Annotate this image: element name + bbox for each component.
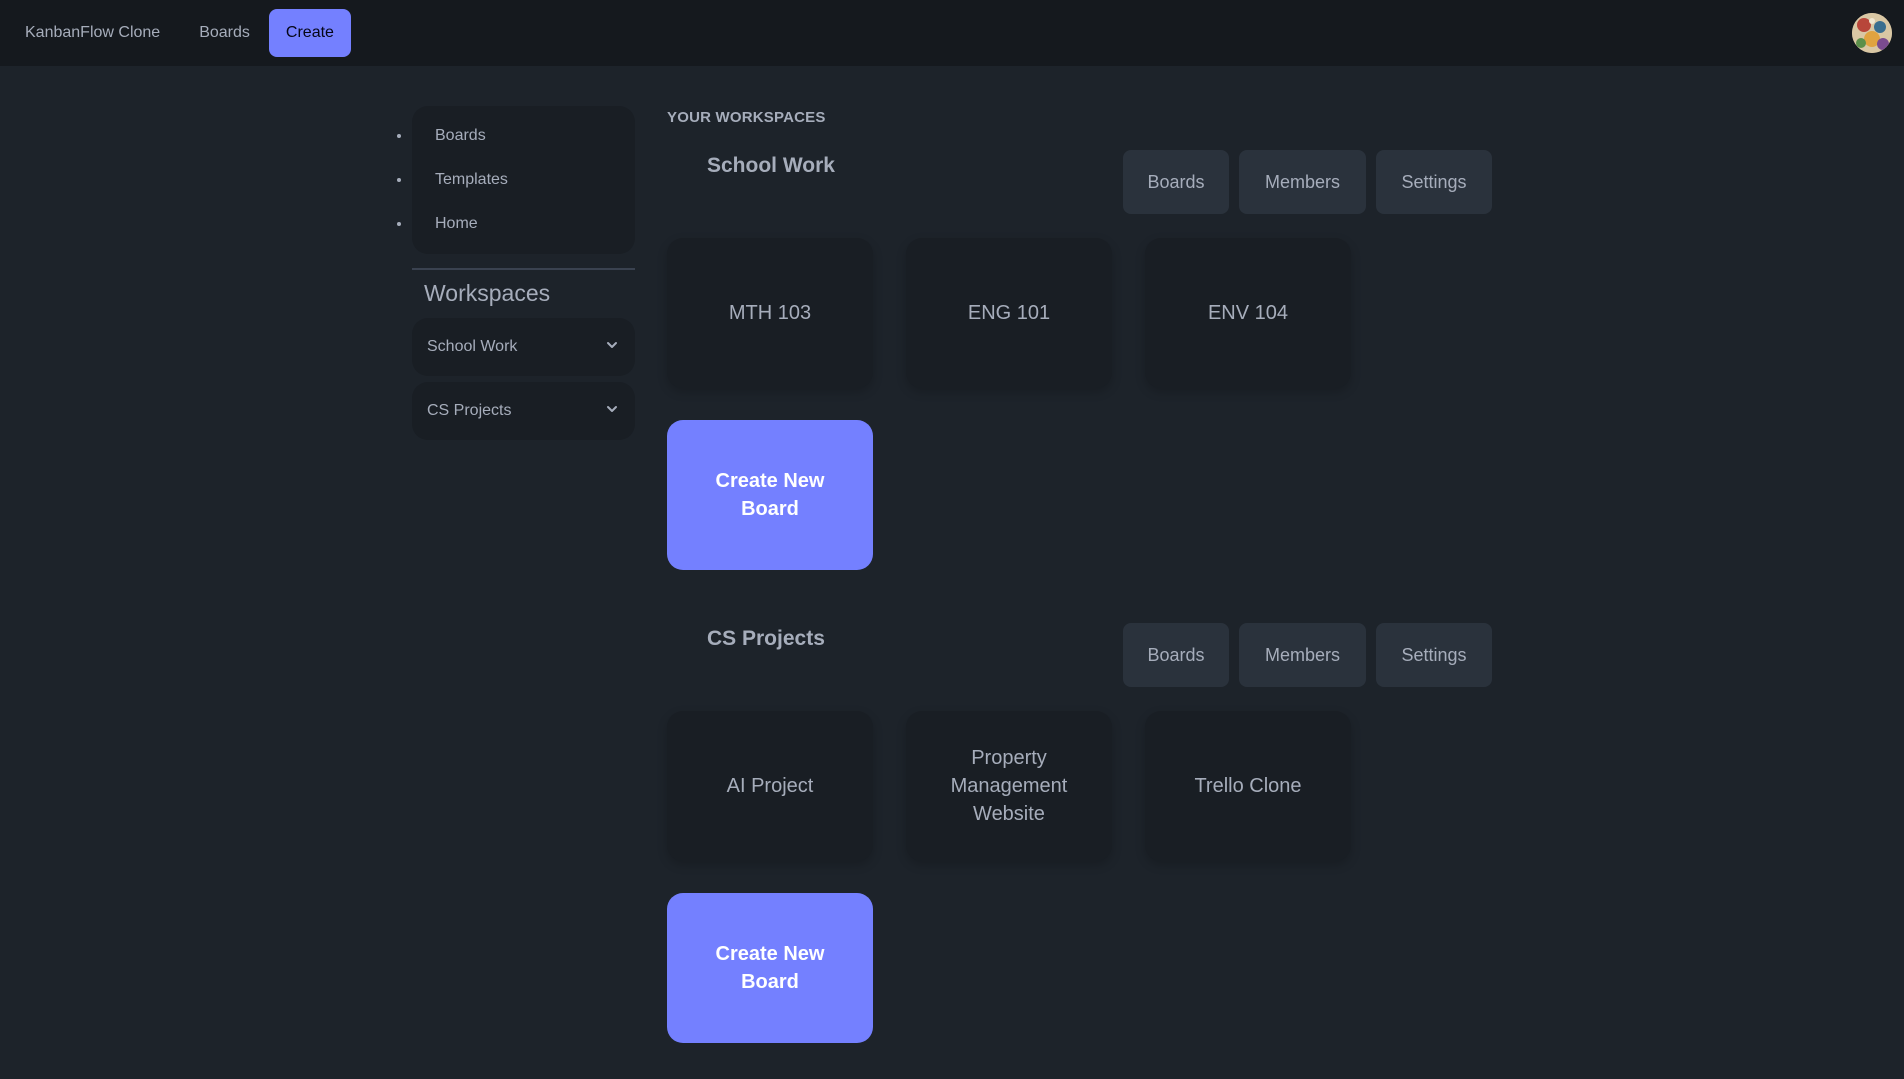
workspace-settings-button[interactable]: Settings — [1376, 150, 1492, 214]
create-new-board-button[interactable]: Create New Board — [667, 420, 873, 570]
sidebar-item-boards[interactable]: Boards — [412, 114, 635, 158]
sidebar-workspace-cs-projects[interactable]: CS Projects — [412, 382, 635, 440]
board-card[interactable]: MTH 103 — [667, 238, 873, 388]
nav-boards-link[interactable]: Boards — [186, 9, 263, 57]
sidebar-menu: Boards Templates Home — [412, 106, 635, 254]
sidebar-divider — [412, 268, 635, 270]
sidebar-item-home[interactable]: Home — [412, 202, 635, 246]
workspaces-heading: Workspaces — [424, 280, 551, 306]
workspace-members-button[interactable]: Members — [1239, 623, 1366, 687]
sidebar-workspace-label: CS Projects — [427, 402, 512, 419]
brand-link[interactable]: KanbanFlow Clone — [12, 9, 186, 57]
board-card[interactable]: AI Project — [667, 711, 873, 861]
board-card[interactable]: Property Management Website — [906, 711, 1112, 861]
board-card[interactable]: ENV 104 — [1145, 238, 1351, 388]
board-card[interactable]: ENG 101 — [906, 238, 1112, 388]
workspace-title: School Work — [707, 154, 835, 177]
workspace-title: CS Projects — [707, 627, 825, 650]
workspace-boards-button[interactable]: Boards — [1123, 623, 1229, 687]
chevron-down-icon — [607, 406, 617, 412]
workspace-boards-button[interactable]: Boards — [1123, 150, 1229, 214]
top-navbar: KanbanFlow Clone Boards Create — [0, 0, 1904, 66]
sidebar-workspace-label: School Work — [427, 338, 518, 355]
workspace-settings-button[interactable]: Settings — [1376, 623, 1492, 687]
user-avatar[interactable] — [1852, 13, 1892, 53]
chevron-down-icon — [607, 342, 617, 348]
board-card[interactable]: Trello Clone — [1145, 711, 1351, 861]
sidebar-workspace-school-work[interactable]: School Work — [412, 318, 635, 376]
workspace-members-button[interactable]: Members — [1239, 150, 1366, 214]
avatar-image — [1852, 13, 1892, 53]
create-new-board-button[interactable]: Create New Board — [667, 893, 873, 1043]
create-button[interactable]: Create — [268, 9, 351, 57]
sidebar-item-templates[interactable]: Templates — [412, 158, 635, 202]
your-workspaces-label: YOUR WORKSPACES — [667, 109, 826, 126]
